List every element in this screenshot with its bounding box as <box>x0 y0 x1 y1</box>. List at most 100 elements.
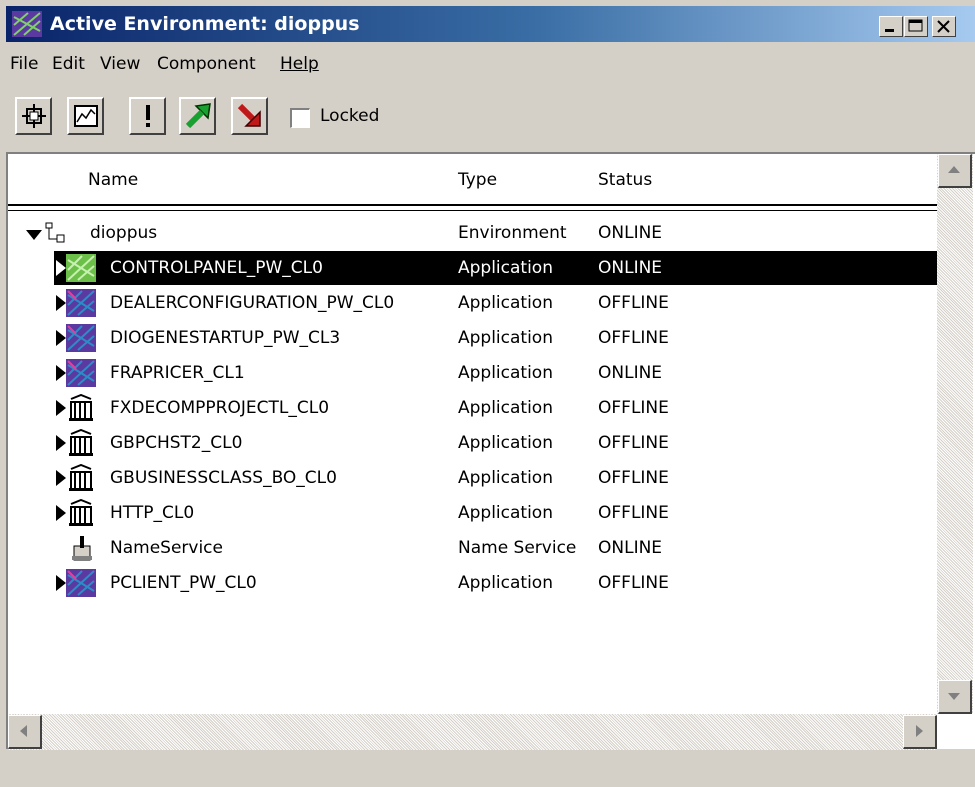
environment-icon <box>45 222 65 243</box>
tree-row-item[interactable]: PCLIENT_PW_CL0 Application OFFLINE <box>8 566 938 600</box>
close-button[interactable] <box>932 16 956 37</box>
toolbar: Locked <box>6 88 975 148</box>
row-type: Application <box>458 398 553 418</box>
column-header-status[interactable]: Status <box>598 170 652 190</box>
tree-row-selected[interactable]: CONTROLPANEL_PW_CL0 Application ONLINE <box>54 251 938 285</box>
row-type: Name Service <box>458 538 577 558</box>
component-tree-panel: Name Type Status dioppus Environment ONL… <box>6 152 975 750</box>
row-name: DEALERCONFIGURATION_PW_CL0 <box>110 293 395 313</box>
collapsed-arrow-icon[interactable] <box>56 295 66 311</box>
status-bar <box>6 752 975 787</box>
locked-checkbox[interactable] <box>290 108 310 128</box>
collapsed-arrow-icon[interactable] <box>56 470 66 486</box>
scroll-right-button[interactable] <box>903 715 937 749</box>
app-offline-icon <box>66 359 96 387</box>
row-type: Application <box>458 328 553 348</box>
menu-file[interactable]: File <box>10 54 38 74</box>
row-status: ONLINE <box>598 538 663 558</box>
row-name: FXDECOMPPROJECTL_CL0 <box>110 398 330 418</box>
row-name: CONTROLPANEL_PW_CL0 <box>110 258 323 278</box>
name-service-icon <box>72 536 92 561</box>
app-logo-icon <box>12 11 42 37</box>
menu-edit[interactable]: Edit <box>52 54 85 74</box>
row-name: HTTP_CL0 <box>110 503 195 523</box>
maximize-button[interactable] <box>904 16 928 37</box>
tree-row-environment[interactable]: dioppus Environment ONLINE <box>8 216 938 250</box>
component-icon <box>22 104 46 128</box>
row-type: Application <box>458 363 553 383</box>
row-type: Application <box>458 468 553 488</box>
scroll-up-arrow-icon <box>948 166 960 173</box>
red-arrow-down-icon <box>237 103 261 127</box>
row-name: DIOGENESTARTUP_PW_CL3 <box>110 328 341 348</box>
collapsed-arrow-icon[interactable] <box>56 365 66 381</box>
scroll-left-arrow-icon <box>20 725 27 737</box>
row-status: OFFLINE <box>598 468 669 488</box>
row-name: FRAPRICER_CL1 <box>110 363 245 383</box>
column-header-name[interactable]: Name <box>88 170 138 190</box>
row-name: PCLIENT_PW_CL0 <box>110 573 257 593</box>
collapsed-arrow-icon[interactable] <box>56 400 66 416</box>
tree-row-item[interactable]: FXDECOMPPROJECTL_CL0 Application OFFLINE <box>8 391 938 425</box>
vertical-scrollbar[interactable] <box>937 154 973 714</box>
menu-bar: File Edit View Component Help <box>6 44 975 84</box>
tree-row-item[interactable]: GBUSINESSCLASS_BO_CL0 Application OFFLINE <box>8 461 938 495</box>
monitor-button[interactable] <box>67 97 104 135</box>
row-name: dioppus <box>90 223 158 243</box>
startup-button[interactable] <box>179 97 216 135</box>
menu-view[interactable]: View <box>100 54 140 74</box>
app-online-icon <box>66 254 96 282</box>
minimize-icon <box>885 29 894 32</box>
building-icon <box>69 499 93 526</box>
row-name: GBPCHST2_CL0 <box>110 433 243 453</box>
app-offline-icon <box>66 324 96 352</box>
tree-row-item[interactable]: DIOGENESTARTUP_PW_CL3 Application OFFLINE <box>8 321 938 355</box>
chart-icon <box>74 105 98 127</box>
scroll-down-arrow-icon <box>948 693 960 700</box>
header-divider <box>8 204 938 206</box>
row-status: OFFLINE <box>598 433 669 453</box>
app-offline-icon <box>66 289 96 317</box>
building-icon <box>69 464 93 491</box>
minimize-button[interactable] <box>879 16 903 37</box>
tree-row-item[interactable]: NameService Name Service ONLINE <box>8 531 938 565</box>
scroll-up-button[interactable] <box>938 154 972 188</box>
collapsed-arrow-icon[interactable] <box>56 330 66 346</box>
exclamation-icon <box>146 105 150 127</box>
row-status: OFFLINE <box>598 573 669 593</box>
collapsed-arrow-icon[interactable] <box>56 505 66 521</box>
row-status: OFFLINE <box>598 328 669 348</box>
tree-row-item[interactable]: DEALERCONFIGURATION_PW_CL0 Application OFF… <box>8 286 938 320</box>
row-name: GBUSINESSCLASS_BO_CL0 <box>110 468 337 488</box>
component-button[interactable] <box>15 97 52 135</box>
title-bar[interactable]: Active Environment: dioppus <box>6 6 975 42</box>
collapsed-arrow-icon[interactable] <box>56 575 66 591</box>
locked-label: Locked <box>320 106 380 126</box>
shutdown-button[interactable] <box>231 97 268 135</box>
tree-row-item[interactable]: FRAPRICER_CL1 Application ONLINE <box>8 356 938 390</box>
scroll-down-button[interactable] <box>938 680 972 714</box>
row-name: NameService <box>110 538 223 558</box>
collapsed-arrow-icon[interactable] <box>56 260 66 276</box>
row-type: Application <box>458 433 553 453</box>
horizontal-scrollbar[interactable] <box>8 714 937 750</box>
row-type: Application <box>458 503 553 523</box>
scroll-left-button[interactable] <box>8 715 42 749</box>
row-type: Application <box>458 293 553 313</box>
menu-help[interactable]: Help <box>280 54 319 74</box>
row-status: ONLINE <box>598 258 663 278</box>
row-status: OFFLINE <box>598 503 669 523</box>
tree-row-item[interactable]: GBPCHST2_CL0 Application OFFLINE <box>8 426 938 460</box>
tree-row-item[interactable]: HTTP_CL0 Application OFFLINE <box>8 496 938 530</box>
row-type: Environment <box>458 223 567 243</box>
maximize-icon <box>908 19 923 32</box>
row-status: OFFLINE <box>598 293 669 313</box>
close-icon <box>937 20 950 33</box>
alert-button[interactable] <box>129 97 166 135</box>
menu-component[interactable]: Component <box>157 54 256 74</box>
column-header-type[interactable]: Type <box>458 170 497 190</box>
window-title: Active Environment: dioppus <box>50 13 360 35</box>
collapsed-arrow-icon[interactable] <box>56 435 66 451</box>
row-status: OFFLINE <box>598 398 669 418</box>
scroll-right-arrow-icon <box>916 725 923 737</box>
